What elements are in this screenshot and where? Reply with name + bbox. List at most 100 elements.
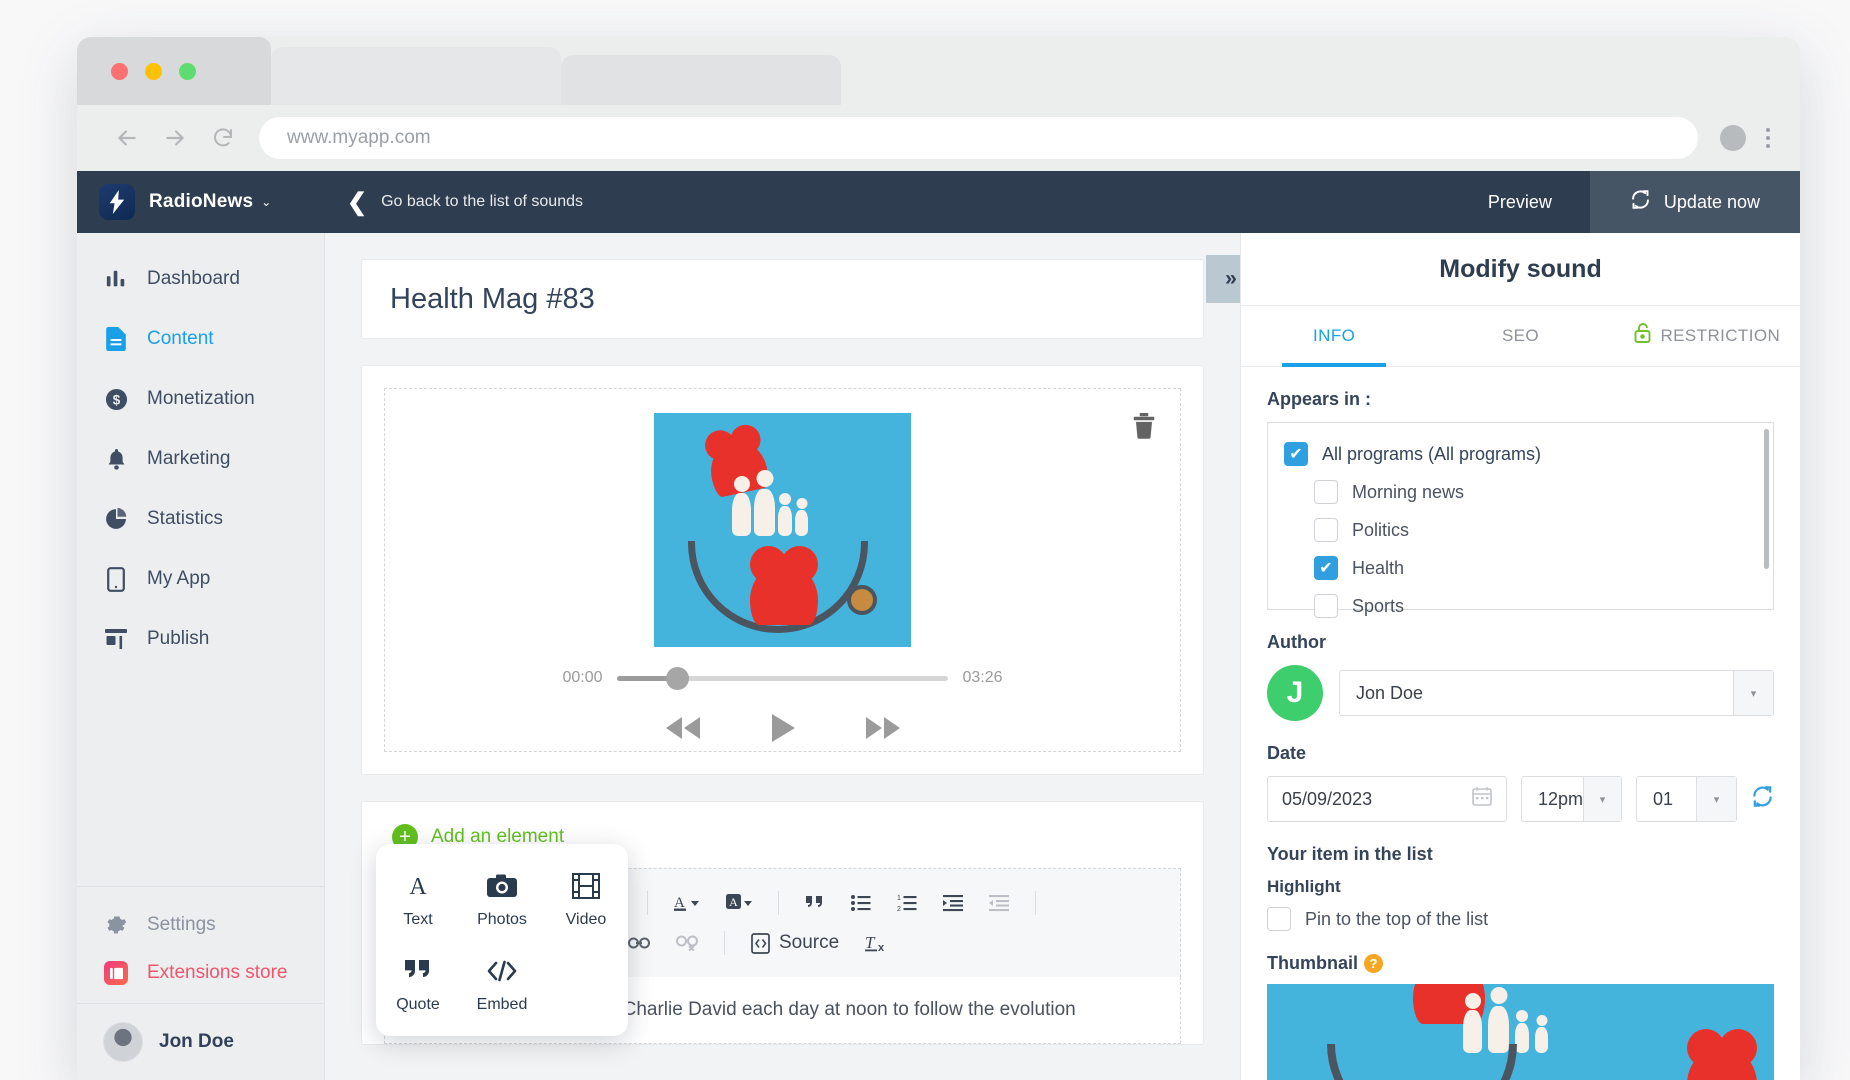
program-checkbox-row[interactable]: ✔ Health bbox=[1268, 549, 1773, 587]
chevron-down-icon[interactable]: ▾ bbox=[1583, 777, 1621, 821]
minute-select[interactable]: 01 ▾ bbox=[1636, 776, 1737, 822]
menu-item-video[interactable]: Video bbox=[544, 870, 628, 929]
update-now-button[interactable]: Update now bbox=[1590, 171, 1800, 233]
panel-body: Appears in : ✔ All programs (All program… bbox=[1241, 367, 1800, 1080]
program-checkbox-row[interactable]: Sports bbox=[1268, 587, 1773, 625]
delete-icon[interactable] bbox=[1132, 413, 1156, 446]
sidebar-item-publish[interactable]: Publish bbox=[77, 609, 324, 669]
page-title: Health Mag #83 bbox=[390, 283, 595, 316]
sidebar-item-my-app[interactable]: My App bbox=[77, 549, 324, 609]
sidebar-item-statistics[interactable]: Statistics bbox=[77, 489, 324, 549]
menu-item-text[interactable]: A Text bbox=[376, 870, 460, 929]
pin-row[interactable]: Pin to the top of the list bbox=[1267, 907, 1774, 931]
seek-slider[interactable] bbox=[617, 676, 949, 681]
svg-text:A: A bbox=[409, 874, 427, 899]
tab-restriction[interactable]: RESTRICTION bbox=[1614, 306, 1800, 366]
checkbox-icon[interactable] bbox=[1314, 518, 1338, 542]
checkbox-icon[interactable] bbox=[1314, 594, 1338, 618]
bulleted-list-icon[interactable] bbox=[851, 894, 871, 912]
collapse-panel-button[interactable]: » bbox=[1206, 255, 1240, 303]
browser-tab-inactive-2[interactable] bbox=[561, 55, 841, 105]
document-icon bbox=[103, 327, 129, 351]
svg-text:$: $ bbox=[112, 392, 120, 407]
sidebar-item-monetization[interactable]: $ Monetization bbox=[77, 369, 324, 429]
reset-date-icon[interactable] bbox=[1751, 785, 1774, 814]
store-icon bbox=[103, 628, 129, 650]
menu-item-photos[interactable]: Photos bbox=[460, 870, 544, 929]
source-label: Source bbox=[779, 932, 839, 954]
preview-button[interactable]: Preview bbox=[1450, 171, 1590, 233]
menu-item-label: Video bbox=[566, 911, 607, 929]
checkbox-checked-icon[interactable]: ✔ bbox=[1284, 442, 1308, 466]
sound-title-card[interactable]: Health Mag #83 bbox=[361, 259, 1204, 339]
tab-seo[interactable]: SEO bbox=[1427, 306, 1613, 366]
remove-format-icon[interactable]: Tx bbox=[865, 932, 889, 954]
menu-item-embed[interactable]: Embed bbox=[460, 955, 544, 1014]
link-icon[interactable] bbox=[628, 936, 650, 950]
author-row: J Jon Doe ▾ bbox=[1267, 665, 1774, 721]
help-icon[interactable]: ? bbox=[1364, 954, 1383, 973]
blockquote-icon[interactable] bbox=[805, 894, 825, 912]
toolbar-divider bbox=[778, 891, 779, 915]
unlink-icon[interactable] bbox=[676, 935, 698, 951]
film-icon bbox=[572, 870, 600, 902]
date-input[interactable]: 05/09/2023 bbox=[1267, 776, 1507, 822]
checkbox-checked-icon[interactable]: ✔ bbox=[1314, 556, 1338, 580]
window-controls bbox=[111, 63, 196, 80]
back-icon[interactable] bbox=[107, 118, 147, 158]
program-checkbox-row[interactable]: Politics bbox=[1268, 511, 1773, 549]
minimize-window-button[interactable] bbox=[145, 63, 162, 80]
program-checkbox-row[interactable]: Morning news bbox=[1268, 473, 1773, 511]
sidebar-user[interactable]: Jon Doe bbox=[77, 1003, 324, 1080]
hour-select[interactable]: 12pm ▾ bbox=[1521, 776, 1622, 822]
programs-scrollbar[interactable] bbox=[1764, 429, 1769, 569]
author-select[interactable]: Jon Doe ▾ bbox=[1339, 670, 1774, 716]
toolbar-divider bbox=[647, 891, 648, 915]
thumbnail-image[interactable] bbox=[1267, 984, 1774, 1080]
sidebar-item-extensions-store[interactable]: Extensions store bbox=[77, 949, 324, 997]
decrease-indent-icon[interactable] bbox=[989, 894, 1009, 912]
chevron-down-icon[interactable]: ⌄ bbox=[261, 195, 271, 209]
program-label: Morning news bbox=[1352, 482, 1464, 503]
brand-block[interactable]: RadioNews ⌄ bbox=[77, 171, 325, 233]
rewind-icon[interactable] bbox=[664, 715, 702, 749]
dollar-circle-icon: $ bbox=[103, 388, 129, 411]
panel-title: Modify sound bbox=[1241, 233, 1800, 305]
browser-menu-icon[interactable] bbox=[1766, 128, 1770, 148]
tab-info[interactable]: INFO bbox=[1241, 306, 1427, 366]
audio-seek-row: 00:00 03:26 bbox=[563, 669, 1003, 687]
reload-icon[interactable] bbox=[203, 118, 243, 158]
text-color-icon[interactable]: A bbox=[674, 893, 700, 913]
browser-profile-avatar[interactable] bbox=[1720, 125, 1746, 151]
forward-icon[interactable] bbox=[155, 118, 195, 158]
sidebar-item-marketing[interactable]: Marketing bbox=[77, 429, 324, 489]
address-bar[interactable]: www.myapp.com bbox=[259, 117, 1698, 159]
pin-checkbox-icon[interactable] bbox=[1267, 907, 1291, 931]
chevron-down-icon[interactable]: ▾ bbox=[1733, 671, 1773, 715]
sidebar-item-dashboard[interactable]: Dashboard bbox=[77, 249, 324, 309]
highlight-color-icon[interactable]: A bbox=[726, 893, 752, 913]
audio-player: 00:00 03:26 bbox=[384, 388, 1181, 752]
close-window-button[interactable] bbox=[111, 63, 128, 80]
seek-handle[interactable] bbox=[666, 667, 689, 690]
sidebar-item-settings[interactable]: Settings bbox=[77, 901, 324, 949]
maximize-window-button[interactable] bbox=[179, 63, 196, 80]
source-button[interactable]: Source bbox=[751, 932, 839, 954]
menu-item-quote[interactable]: Quote bbox=[376, 955, 460, 1014]
increase-indent-icon[interactable] bbox=[943, 894, 963, 912]
url-text: www.myapp.com bbox=[287, 127, 431, 149]
sidebar-item-label: Extensions store bbox=[147, 962, 287, 984]
sidebar-item-content[interactable]: Content bbox=[77, 309, 324, 369]
sidebar-item-label: Marketing bbox=[147, 448, 230, 470]
browser-toolbar: www.myapp.com bbox=[77, 105, 1800, 171]
browser-tab-inactive-1[interactable] bbox=[271, 47, 561, 105]
chevron-down-icon[interactable]: ▾ bbox=[1696, 777, 1736, 821]
calendar-icon[interactable] bbox=[1472, 786, 1492, 812]
checkbox-icon[interactable] bbox=[1314, 480, 1338, 504]
program-checkbox-row[interactable]: ✔ All programs (All programs) bbox=[1268, 435, 1773, 473]
go-back-link[interactable]: ❮ Go back to the list of sounds bbox=[347, 188, 583, 217]
sidebar-user-name: Jon Doe bbox=[159, 1031, 234, 1053]
play-icon[interactable] bbox=[770, 713, 796, 751]
numbered-list-icon[interactable]: 12 bbox=[897, 894, 917, 912]
fast-forward-icon[interactable] bbox=[864, 715, 902, 749]
